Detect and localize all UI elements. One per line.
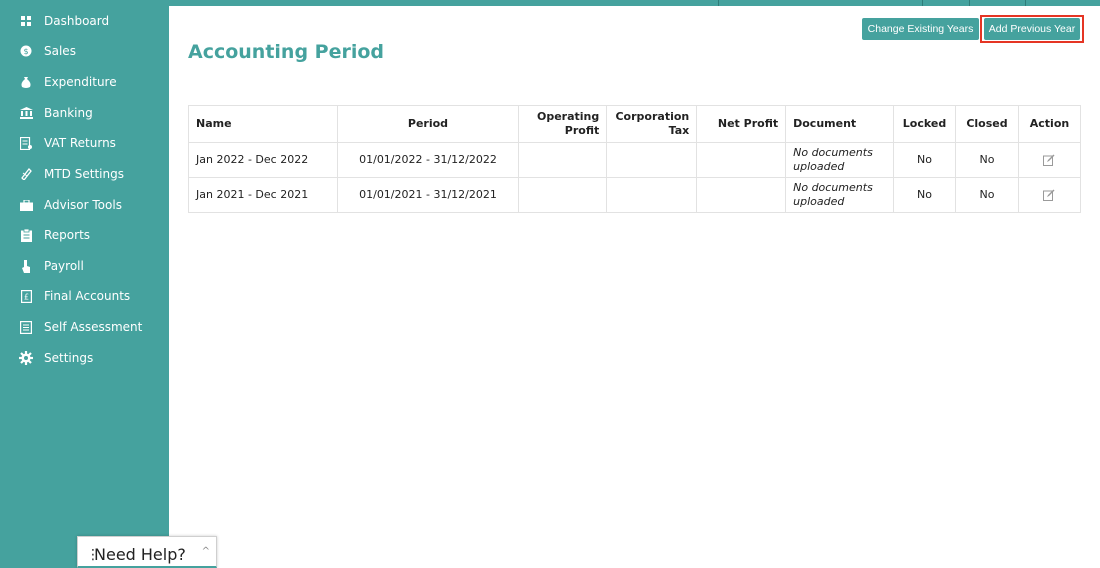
sidebar-item-final-accounts[interactable]: £ Final Accounts [0, 284, 169, 308]
cell-net-profit [696, 142, 787, 178]
cell-document: No documents uploaded [785, 177, 894, 213]
sidebar-item-reports[interactable]: Reports [0, 223, 169, 247]
sidebar-item-label: Settings [44, 351, 94, 365]
sidebar-item-mtd-settings[interactable]: MTD Settings [0, 162, 169, 186]
sidebar-item-settings[interactable]: Settings [0, 346, 169, 370]
sales-icon: $ [19, 44, 33, 58]
cell-locked: No [893, 177, 956, 213]
cell-closed: No [954, 142, 1019, 178]
dashboard-icon [19, 14, 33, 28]
sidebar-item-self-assessment[interactable]: Self Assessment [0, 315, 169, 339]
table-row: Jan 2022 - Dec 2022 01/01/2022 - 31/12/2… [188, 142, 1082, 178]
cell-period: 01/01/2022 - 31/12/2022 [336, 142, 520, 178]
need-help-label: Need Help? [94, 545, 186, 564]
column-header-corporation-tax[interactable]: Corporation Tax [606, 105, 698, 143]
accounting-periods-table: Name Period Operating Profit Corporation… [188, 105, 1082, 213]
payroll-icon [19, 259, 33, 273]
column-header-document[interactable]: Document [785, 105, 894, 143]
add-previous-year-highlight: Add Previous Year [980, 15, 1084, 43]
money-bag-icon [19, 75, 33, 89]
sidebar-item-label: VAT Returns [44, 136, 116, 150]
cell-closed: No [954, 177, 1019, 213]
column-header-name[interactable]: Name [188, 105, 338, 143]
final-accounts-icon: £ [19, 289, 33, 303]
gear-icon [19, 351, 33, 365]
column-header-closed[interactable]: Closed [954, 105, 1019, 143]
reports-icon [19, 228, 33, 242]
need-help-widget[interactable]: ⋮ Need Help? ^ [77, 536, 217, 568]
self-assessment-icon [19, 320, 33, 334]
page-title: Accounting Period [188, 41, 385, 63]
cell-action [1017, 177, 1082, 213]
edit-icon[interactable] [1043, 189, 1055, 201]
sidebar-item-dashboard[interactable]: Dashboard [0, 9, 169, 33]
cell-action [1017, 142, 1082, 178]
sidebar-item-label: Expenditure [44, 75, 117, 89]
cell-period: 01/01/2021 - 31/12/2021 [336, 177, 520, 213]
column-header-net-profit[interactable]: Net Profit [696, 105, 787, 143]
sidebar-item-payroll[interactable]: Payroll [0, 254, 169, 278]
mtd-settings-icon [19, 167, 33, 181]
sidebar-item-label: Sales [44, 44, 76, 58]
sidebar-item-label: Self Assessment [44, 320, 143, 334]
sidebar-item-label: Payroll [44, 259, 84, 273]
sidebar-item-banking[interactable]: Banking [0, 101, 169, 125]
column-header-locked[interactable]: Locked [893, 105, 956, 143]
add-previous-year-button[interactable]: Add Previous Year [984, 18, 1080, 40]
sidebar-item-sales[interactable]: $ Sales [0, 39, 169, 63]
cell-operating-profit [518, 142, 608, 178]
cell-net-profit [696, 177, 787, 213]
briefcase-icon [19, 198, 33, 212]
sidebar-item-vat-returns[interactable]: VAT Returns [0, 131, 169, 155]
main-content: Accounting Period Change Existing Years … [169, 6, 1100, 568]
bank-icon [19, 106, 33, 120]
change-existing-years-button[interactable]: Change Existing Years [862, 18, 979, 40]
table-header-row: Name Period Operating Profit Corporation… [188, 105, 1082, 143]
column-header-action: Action [1017, 105, 1082, 143]
cell-corporation-tax [606, 177, 698, 213]
table-row: Jan 2021 - Dec 2021 01/01/2021 - 31/12/2… [188, 177, 1082, 213]
sidebar-item-label: MTD Settings [44, 167, 124, 181]
sidebar-item-advisor-tools[interactable]: Advisor Tools [0, 193, 169, 217]
chevron-up-icon: ^ [201, 546, 210, 557]
cell-locked: No [893, 142, 956, 178]
sidebar-item-expenditure[interactable]: Expenditure [0, 70, 169, 94]
sidebar-item-label: Advisor Tools [44, 198, 122, 212]
sidebar-item-label: Banking [44, 106, 93, 120]
cell-corporation-tax [606, 142, 698, 178]
sidebar-item-label: Dashboard [44, 14, 110, 28]
sidebar-item-label: Reports [44, 228, 91, 242]
sidebar-item-label: Final Accounts [44, 289, 131, 303]
cell-name: Jan 2021 - Dec 2021 [188, 177, 338, 213]
cell-name: Jan 2022 - Dec 2022 [188, 142, 338, 178]
cell-operating-profit [518, 177, 608, 213]
vat-returns-icon [19, 136, 33, 150]
edit-icon[interactable] [1043, 154, 1055, 166]
svg-text:$: $ [23, 47, 28, 56]
cell-document: No documents uploaded [785, 142, 894, 178]
column-header-period[interactable]: Period [336, 105, 520, 143]
column-header-operating-profit[interactable]: Operating Profit [518, 105, 608, 143]
svg-text:£: £ [23, 292, 28, 301]
sidebar: Dashboard $ Sales Expenditure Banking VA… [0, 0, 169, 568]
